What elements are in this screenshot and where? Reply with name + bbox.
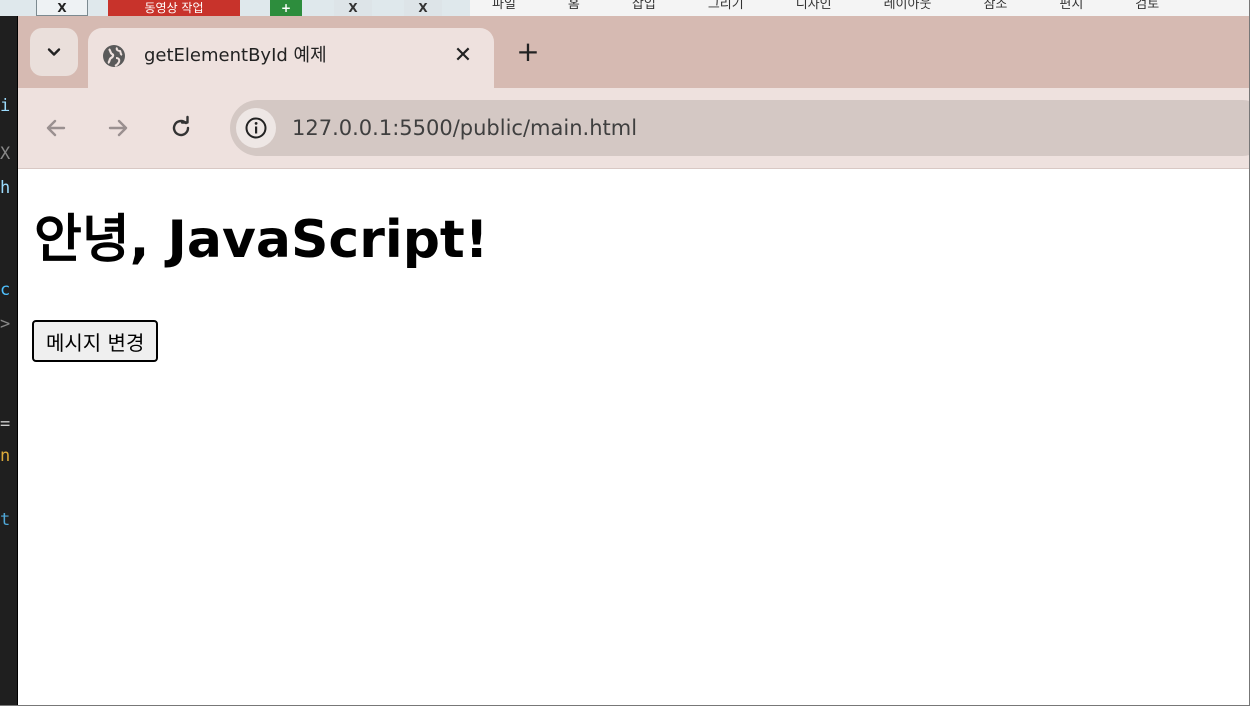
editor-char: i [0,96,11,116]
info-icon [245,117,267,139]
tab-active[interactable]: getElementById 예제 ✕ [88,28,494,88]
ribbon-item[interactable]: 홈 [568,0,580,16]
background-app-tab-2[interactable]: X [404,0,442,16]
ribbon-item[interactable]: 레이아웃 [884,0,932,16]
address-bar[interactable]: 127.0.0.1:5500/public/main.html [230,100,1250,156]
editor-char: h [0,178,11,198]
change-message-button[interactable]: 메시지 변경 [32,320,159,362]
url-text[interactable]: 127.0.0.1:5500/public/main.html [292,115,637,141]
tab-strip: getElementById 예제 ✕ + [18,16,1250,88]
chevron-down-icon [47,48,61,56]
globe-icon [103,45,125,67]
screenshot: X 동영상 작업 + X X 파일 홈 삽입 그리기 디자인 레이아웃 참조 편… [0,0,1250,706]
editor-char: t [0,510,11,530]
back-button[interactable] [36,108,76,148]
editor-char: n [0,446,11,466]
editor-char: = [0,414,11,434]
close-icon: ✕ [453,42,473,68]
plus-icon: + [516,35,540,68]
page-content: 안녕, JavaScript! 메시지 변경 [18,169,1250,706]
forward-button[interactable] [98,108,138,148]
reload-icon [172,115,190,137]
background-code-editor: i X h c > = n t [0,16,18,706]
editor-char: c [0,280,11,300]
background-app-tab-1[interactable]: X [334,0,372,16]
background-ribbon-menu: 파일 홈 삽입 그리기 디자인 레이아웃 참조 편지 검토 [470,0,1250,16]
arrow-left-icon [46,119,66,137]
ribbon-item[interactable]: 삽입 [632,0,656,16]
ribbon-item[interactable]: 편지 [1059,0,1083,16]
tab-title: getElementById 예제 [144,45,327,66]
close-tab-button[interactable]: ✕ [450,42,476,68]
reload-button[interactable] [161,108,201,148]
background-close-button[interactable]: X [36,0,88,16]
background-video-tab[interactable]: 동영상 작업 [108,0,240,16]
editor-char: X [0,144,11,164]
ribbon-item[interactable]: 파일 [492,0,516,16]
tab-search-button[interactable] [30,28,78,76]
background-taskbar: X 동영상 작업 + X X 파일 홈 삽입 그리기 디자인 레이아웃 참조 편… [0,0,1250,17]
ribbon-item[interactable]: 그리기 [708,0,744,16]
arrow-right-icon [108,119,128,137]
background-green-tab[interactable]: + [270,0,302,16]
ribbon-item[interactable]: 참조 [983,0,1007,16]
page-heading: 안녕, JavaScript! [34,210,489,270]
site-info-button[interactable] [236,108,276,148]
browser-toolbar: 127.0.0.1:5500/public/main.html [18,88,1250,169]
browser-window: getElementById 예제 ✕ + 127.0.0.1:5500/pub… [18,16,1250,706]
editor-char: > [0,314,11,334]
ribbon-item[interactable]: 검토 [1135,0,1159,16]
new-tab-button[interactable]: + [512,36,544,68]
ribbon-item[interactable]: 디자인 [796,0,832,16]
